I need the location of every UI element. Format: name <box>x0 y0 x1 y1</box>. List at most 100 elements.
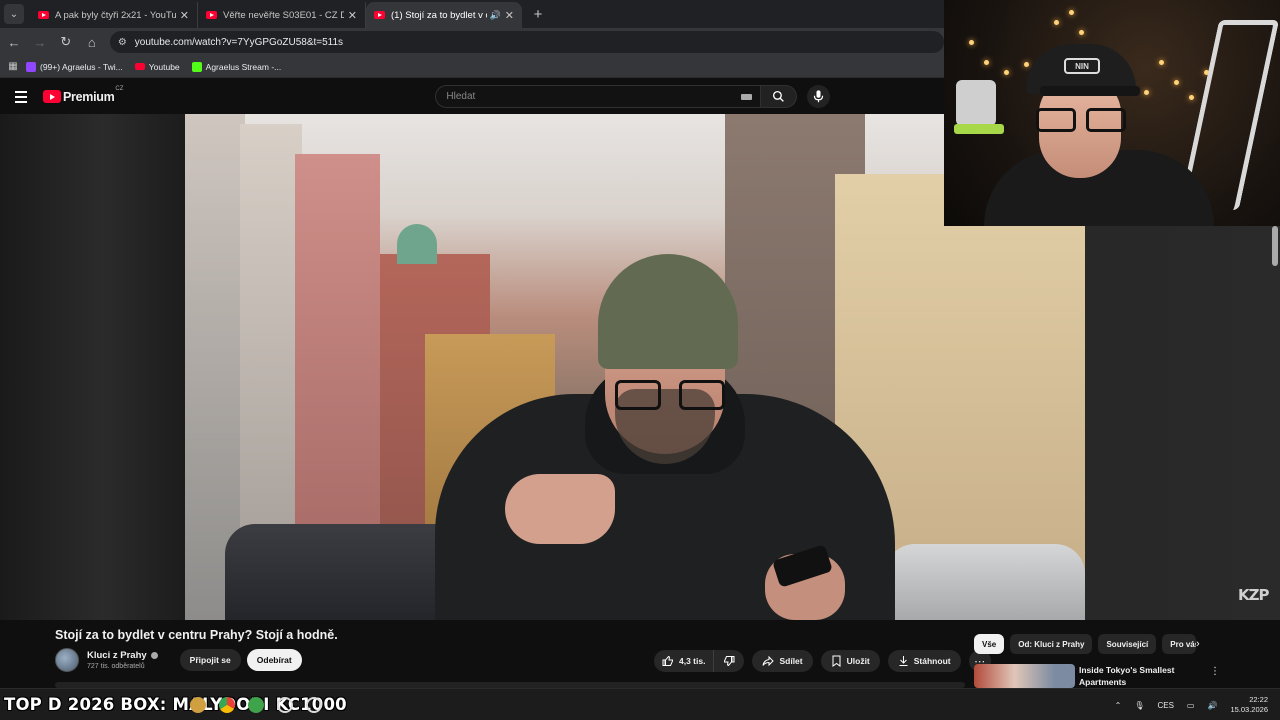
recommended-video[interactable]: Inside Tokyo's Smallest Apartments ⋮ <box>974 664 1220 688</box>
apps-grid-icon[interactable]: ▦ <box>0 61 26 72</box>
bookmark-youtube[interactable]: Youtube <box>134 61 180 72</box>
address-bar[interactable]: ⚙ youtube.com/watch?v=7YyGPGoZU58&t=511s <box>109 31 945 53</box>
download-button[interactable]: Stáhnout <box>887 650 961 672</box>
menu-icon[interactable] <box>15 90 35 103</box>
like-count: 4,3 tis. <box>679 656 706 666</box>
system-tray: ⌃ 🎙 CES ▭ 🔊 22:22 15.03.2026 <box>1115 689 1280 720</box>
home-button[interactable]: ⌂ <box>80 30 104 54</box>
search-icon <box>773 90 785 102</box>
speaker-icon[interactable]: 🔊 <box>490 10 501 21</box>
logo-country: CZ <box>115 85 124 92</box>
new-tab-button[interactable]: + <box>526 2 550 26</box>
search-box: Hledat <box>435 85 831 108</box>
related-filter-chips: Vše Od: Kluci z Prahy Související Pro vá… <box>974 634 1197 654</box>
channel-avatar[interactable] <box>55 648 79 672</box>
dislike-button[interactable] <box>714 650 744 672</box>
youtube-favicon-icon <box>206 11 217 19</box>
bookmark-label: (99+) Agraelus - Twi... <box>40 61 123 72</box>
bookmark-twitch[interactable]: (99+) Agraelus - Twi... <box>26 61 123 72</box>
scene-building <box>295 154 380 554</box>
close-icon[interactable]: ✕ <box>505 9 514 22</box>
channel-name-text: Kluci z Prahy <box>87 650 147 661</box>
chip-from-channel[interactable]: Od: Kluci z Prahy <box>1010 634 1093 654</box>
video-presenter <box>435 254 895 620</box>
tab-search-button[interactable]: ⌄ <box>4 4 24 24</box>
background-lamp <box>956 80 996 126</box>
twitch-icon <box>26 61 36 72</box>
channel-watermark: KZP <box>1238 586 1269 604</box>
back-button[interactable]: ← <box>2 30 26 54</box>
search-input[interactable]: Hledat <box>435 85 762 108</box>
microphone-tray-icon[interactable]: 🎙 <box>1134 701 1144 710</box>
windows-taskbar: TOP D 2026 BOX: MALYDOBI KC1000 ⌃ 🎙 CES … <box>0 688 1280 720</box>
tab-title: (1) Stojí za to bydlet v centru <box>391 9 487 21</box>
video-info-panel: Stojí za to bydlet v centru Prahy? Stojí… <box>0 620 1280 688</box>
youtube-icon <box>134 63 145 70</box>
chevron-right-icon[interactable]: › <box>1196 638 1200 650</box>
obs-icon[interactable] <box>306 697 322 713</box>
app-icon[interactable] <box>248 697 264 713</box>
scene-building <box>240 124 302 544</box>
youtube-favicon-icon <box>374 11 385 19</box>
tab-strip: ⌄ A pak byly čtyři 2x21 - YouTube ✕ Věřt… <box>0 0 944 28</box>
voice-search-button[interactable] <box>807 85 831 108</box>
download-label: Stáhnout <box>913 656 951 666</box>
chip-for-you[interactable]: Pro vás <box>1162 634 1197 654</box>
close-icon[interactable]: ✕ <box>348 9 357 22</box>
tab-2[interactable]: Věřte nevěřte S03E01 - CZ DAB ✕ <box>198 2 366 28</box>
clock-time: 22:22 <box>1249 695 1268 704</box>
scene-dome <box>397 224 437 264</box>
recommended-title[interactable]: Inside Tokyo's Smallest Apartments <box>1079 664 1189 688</box>
tab-3-active[interactable]: (1) Stojí za to bydlet v centru 🔊 ✕ <box>366 2 522 28</box>
bookmark-kick[interactable]: Agraelus Stream -... <box>191 61 282 72</box>
cap-logo: NIN <box>1064 58 1100 74</box>
forward-button[interactable]: → <box>28 30 52 54</box>
reload-button[interactable]: ↻ <box>54 30 78 54</box>
verified-icon <box>150 652 158 659</box>
language-indicator[interactable]: CES <box>1157 701 1173 710</box>
volume-icon[interactable]: 🔊 <box>1207 701 1217 710</box>
bookmarks-bar: ▦ (99+) Agraelus - Twi... Youtube Agrael… <box>0 56 944 78</box>
search-placeholder: Hledat <box>446 91 476 102</box>
bookmark-label: Youtube <box>148 61 180 72</box>
subscribe-button[interactable]: Odebírat <box>246 649 302 671</box>
keyboard-icon[interactable] <box>741 93 753 100</box>
thumbs-down-icon <box>724 656 735 667</box>
webcam-overlay: NIN <box>944 0 1280 226</box>
join-button[interactable]: Připojit se <box>179 649 241 671</box>
clock[interactable]: 22:22 15.03.2026 <box>1230 695 1268 715</box>
more-vertical-icon[interactable]: ⋮ <box>1210 666 1220 677</box>
chrome-icon[interactable] <box>219 697 235 713</box>
streamer-glasses <box>1036 108 1126 134</box>
share-button[interactable]: Sdílet <box>752 650 813 672</box>
tab-title: Věřte nevěřte S03E01 - CZ DAB <box>223 9 344 21</box>
youtube-premium-logo[interactable]: Premium CZ <box>43 86 123 104</box>
scene-car <box>885 544 1085 620</box>
close-icon[interactable]: ✕ <box>180 9 189 22</box>
background-light-strip <box>954 124 1004 134</box>
page-scrollbar[interactable] <box>1272 226 1278 266</box>
youtube-logo-icon <box>43 90 61 103</box>
cap-brim <box>1040 86 1140 96</box>
app-icon[interactable] <box>277 697 293 713</box>
recommended-thumbnail[interactable] <box>974 664 1075 688</box>
search-button[interactable] <box>761 85 798 108</box>
logo-text: Premium <box>63 89 115 104</box>
chip-all[interactable]: Vše <box>974 634 1005 654</box>
bookmark-label: Agraelus Stream -... <box>205 61 282 72</box>
explorer-icon[interactable] <box>190 697 206 713</box>
youtube-favicon-icon <box>38 11 49 19</box>
chip-related[interactable]: Související <box>1098 634 1157 654</box>
chevron-up-icon[interactable]: ⌃ <box>1115 701 1122 710</box>
channel-name[interactable]: Kluci z Prahy <box>87 650 158 661</box>
video-title: Stojí za to bydlet v centru Prahy? Stojí… <box>55 628 338 642</box>
site-settings-icon[interactable]: ⚙ <box>118 37 127 48</box>
like-button[interactable]: 4,3 tis. <box>654 650 715 672</box>
network-icon[interactable]: ▭ <box>1187 701 1195 710</box>
url-text: youtube.com/watch?v=7YyGPGoZU58&t=511s <box>134 36 344 48</box>
subscriber-count: 727 tis. odběratelů <box>87 663 145 670</box>
tab-title: A pak byly čtyři 2x21 - YouTube <box>55 9 176 21</box>
tab-1[interactable]: A pak byly čtyři 2x21 - YouTube ✕ <box>30 2 198 28</box>
kick-icon <box>191 61 202 72</box>
save-button[interactable]: Uložit <box>820 650 880 672</box>
